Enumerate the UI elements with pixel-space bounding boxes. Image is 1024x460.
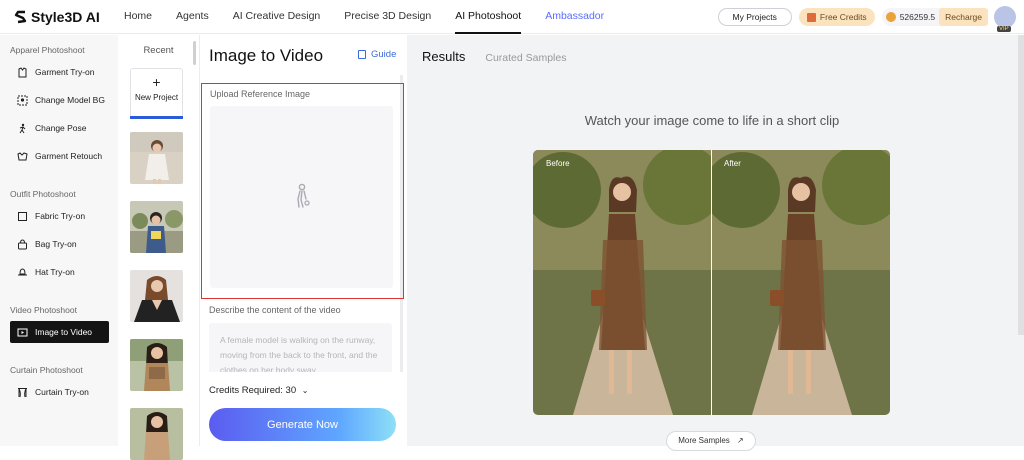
new-project-button[interactable]: + New Project xyxy=(130,68,183,118)
free-credits-button[interactable]: Free Credits xyxy=(798,8,875,26)
describe-label: Describe the content of the video xyxy=(209,305,341,315)
sidebar-item-curtain-tryon[interactable]: Curtain Try-on xyxy=(0,381,118,403)
nav-home[interactable]: Home xyxy=(124,0,152,34)
chevron-down-icon: ⌄ xyxy=(301,386,309,395)
tab-curated-samples[interactable]: Curated Samples xyxy=(485,52,566,64)
nav-agents[interactable]: Agents xyxy=(176,0,209,34)
sidebar-item-label: Curtain Try-on xyxy=(35,387,89,397)
results-heading: Watch your image come to life in a short… xyxy=(584,113,840,128)
background-icon xyxy=(17,95,28,106)
new-project-active-indicator xyxy=(130,116,183,119)
more-samples-button[interactable]: More Samples ↗ xyxy=(666,431,756,451)
book-icon xyxy=(358,50,366,59)
page-title: Image to Video xyxy=(209,46,324,65)
nav-ambassador[interactable]: Ambassador xyxy=(545,0,604,34)
user-avatar[interactable]: VIP xyxy=(994,6,1016,32)
brand-logo[interactable]: Style3D AI xyxy=(14,9,124,25)
my-projects-button[interactable]: My Projects xyxy=(717,8,792,26)
recent-thumbnail[interactable] xyxy=(130,408,183,460)
curtain-icon xyxy=(17,387,28,398)
nav-ai-creative-design[interactable]: AI Creative Design xyxy=(233,0,321,34)
section-curtain-photoshoot: Curtain Photoshoot xyxy=(10,365,83,375)
vip-badge: VIP xyxy=(997,26,1011,32)
sidebar-item-label: Garment Retouch xyxy=(35,151,103,161)
header-tools: My Projects Free Credits 526259.5 Rechar… xyxy=(717,5,1016,32)
upload-figure-icon xyxy=(296,183,310,208)
sidebar-item-image-to-video[interactable]: Image to Video xyxy=(10,321,109,343)
results-panel: Results Curated Samples Watch your image… xyxy=(407,35,1024,451)
sidebar-item-fabric-tryon[interactable]: Fabric Try-on xyxy=(0,205,118,227)
before-tag: Before xyxy=(546,159,570,168)
sidebar-item-label: Garment Try-on xyxy=(35,67,95,77)
sidebar-item-label: Fabric Try-on xyxy=(35,211,86,221)
fabric-icon xyxy=(17,211,28,222)
gift-icon xyxy=(806,12,816,22)
results-tabs: Results Curated Samples xyxy=(422,49,586,64)
sidebar-item-bag-tryon[interactable]: Bag Try-on xyxy=(0,233,118,255)
sidebar-item-garment-tryon[interactable]: Garment Try-on xyxy=(0,61,118,83)
recharge-button[interactable]: Recharge xyxy=(939,8,988,26)
nav-ai-photoshoot[interactable]: AI Photoshoot xyxy=(455,0,521,34)
more-samples-label: More Samples xyxy=(678,436,730,445)
free-credits-label: Free Credits xyxy=(819,12,867,22)
garment-icon xyxy=(17,66,28,78)
generate-now-button[interactable]: Generate Now xyxy=(209,408,396,441)
sidebar-item-label: Image to Video xyxy=(35,327,93,337)
credits-required-select[interactable]: Credits Required: 30 ⌄ xyxy=(209,385,308,396)
upload-reference-section: Upload Reference Image xyxy=(201,83,404,299)
recent-thumbnail[interactable] xyxy=(130,132,183,184)
section-outfit-photoshoot: Outfit Photoshoot xyxy=(10,189,76,199)
credits-required-label: Credits Required: 30 xyxy=(209,385,297,396)
credit-balance-value: 526259.5 xyxy=(899,12,936,22)
generate-bar: Credits Required: 30 ⌄ Generate Now xyxy=(200,372,407,446)
retouch-icon xyxy=(17,151,28,162)
sidebar-item-hat-tryon[interactable]: Hat Try-on xyxy=(0,261,118,283)
coin-icon xyxy=(885,12,896,22)
results-scrollbar[interactable] xyxy=(1018,35,1024,335)
brand-name: Style3D AI xyxy=(31,8,100,25)
sidebar-item-change-model-bg[interactable]: Change Model BG xyxy=(0,89,118,111)
recent-title: Recent xyxy=(143,45,174,56)
recent-projects-panel: Recent + New Project xyxy=(119,35,198,460)
bag-icon xyxy=(17,238,28,250)
image-dropzone[interactable] xyxy=(210,106,393,288)
after-image: After xyxy=(704,150,890,415)
top-navigation-bar: Style3D AI Home Agents AI Creative Desig… xyxy=(0,0,1024,34)
sidebar-item-change-pose[interactable]: Change Pose xyxy=(0,117,118,139)
sidebar-item-label: Hat Try-on xyxy=(35,267,75,277)
main-nav: Home Agents AI Creative Design Precise 3… xyxy=(124,0,628,34)
plus-icon: + xyxy=(152,74,161,90)
before-image: Before xyxy=(533,150,723,415)
recent-thumbnail[interactable] xyxy=(130,339,183,391)
style3d-logo-icon xyxy=(14,10,27,23)
sidebar-item-label: Change Pose xyxy=(35,123,87,133)
image-to-video-form: Image to Video Guide Upload Reference Im… xyxy=(199,35,407,446)
sidebar-item-label: Bag Try-on xyxy=(35,239,77,249)
before-after-comparison: Before After xyxy=(533,150,890,415)
hat-icon xyxy=(17,267,28,278)
guide-label: Guide xyxy=(371,49,397,60)
after-tag: After xyxy=(724,159,741,168)
arrow-up-right-icon: ↗ xyxy=(737,436,744,445)
guide-link[interactable]: Guide xyxy=(358,49,396,60)
nav-precise-3d-design[interactable]: Precise 3D Design xyxy=(344,0,431,34)
recent-thumbnail[interactable] xyxy=(130,270,183,322)
section-video-photoshoot: Video Photoshoot xyxy=(10,305,77,315)
video-icon xyxy=(17,327,28,338)
new-project-label: New Project xyxy=(134,93,179,102)
pose-icon xyxy=(17,123,28,134)
credit-balance: 526259.5 Recharge xyxy=(881,8,988,26)
section-apparel-photoshoot: Apparel Photoshoot xyxy=(10,45,85,55)
recent-thumbnail[interactable] xyxy=(130,201,183,253)
left-sidebar: Apparel Photoshoot Garment Try-on Change… xyxy=(0,35,118,446)
tab-results[interactable]: Results xyxy=(422,49,465,64)
sidebar-item-garment-retouch[interactable]: Garment Retouch xyxy=(0,145,118,167)
recent-scrollbar[interactable] xyxy=(193,41,196,65)
upload-label: Upload Reference Image xyxy=(210,89,311,99)
sidebar-item-label: Change Model BG xyxy=(35,95,105,105)
